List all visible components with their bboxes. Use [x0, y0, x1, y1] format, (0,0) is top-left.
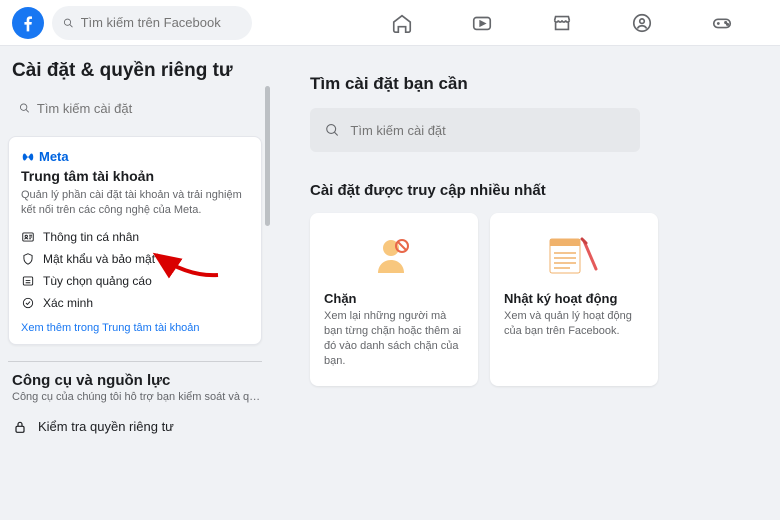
main-search-title: Tìm cài đặt bạn cần: [310, 74, 780, 94]
top-navigation-bar: [0, 0, 780, 46]
main-content: Tìm cài đặt bạn cần Cài đặt được truy cậ…: [272, 46, 780, 520]
id-card-icon: [21, 230, 35, 244]
account-center-item-password-security[interactable]: Mật khẩu và bảo mật: [21, 248, 249, 270]
account-center-title: Trung tâm tài khoản: [21, 168, 249, 184]
account-center-desc: Quản lý phần cài đặt tài khoản và trải n…: [21, 188, 249, 218]
facebook-logo[interactable]: [12, 7, 44, 39]
activity-log-illustration: [504, 227, 644, 283]
search-icon: [324, 121, 340, 139]
groups-icon[interactable]: [630, 11, 654, 35]
global-search[interactable]: [52, 6, 252, 40]
divider: [8, 361, 262, 362]
tools-section-desc: Công cụ của chúng tôi hỗ trợ bạn kiểm so…: [8, 391, 262, 403]
setting-card-desc: Xem và quản lý hoạt động của bạn trên Fa…: [504, 309, 644, 339]
meta-icon: [21, 150, 35, 164]
account-center-item-ad-preferences[interactable]: Tùy chọn quảng cáo: [21, 270, 249, 292]
meta-brand: Meta: [21, 149, 249, 164]
setting-card-title: Nhật ký hoạt động: [504, 291, 644, 306]
scrollbar[interactable]: [265, 86, 270, 226]
block-illustration: [324, 227, 464, 283]
account-center-card: Meta Trung tâm tài khoản Quản lý phần cà…: [8, 136, 262, 345]
account-center-item-personal-info[interactable]: Thông tin cá nhân: [21, 226, 249, 248]
marketplace-icon[interactable]: [550, 11, 574, 35]
check-circle-icon: [21, 296, 35, 310]
global-search-input[interactable]: [81, 15, 242, 30]
account-center-item-verification[interactable]: Xác minh: [21, 292, 249, 314]
sidebar-search[interactable]: [8, 92, 262, 124]
main-layout: Cài đặt & quyền riêng tư Meta Trung tâm …: [0, 46, 780, 520]
setting-card-desc: Xem lại những người mà bạn từng chặn hoặ…: [324, 309, 464, 368]
tools-section-title: Công cụ và nguồn lực: [8, 372, 262, 389]
shield-icon: [21, 252, 35, 266]
setting-card-activity-log[interactable]: Nhật ký hoạt động Xem và quản lý hoạt độ…: [490, 213, 658, 386]
settings-search[interactable]: [310, 108, 640, 152]
settings-cards-row: Chặn Xem lại những người mà bạn từng chặ…: [310, 213, 780, 386]
sidebar-search-input[interactable]: [37, 101, 252, 116]
most-accessed-title: Cài đặt được truy cập nhiều nhất: [310, 182, 780, 199]
settings-search-input[interactable]: [350, 123, 626, 138]
account-center-see-more-link[interactable]: Xem thêm trong Trung tâm tài khoản: [21, 322, 249, 334]
privacy-checkup-item[interactable]: Kiểm tra quyền riêng tư: [8, 413, 262, 441]
lock-icon: [12, 419, 28, 435]
search-icon: [18, 101, 31, 115]
home-icon[interactable]: [390, 11, 414, 35]
settings-sidebar: Cài đặt & quyền riêng tư Meta Trung tâm …: [0, 46, 272, 520]
ad-icon: [21, 274, 35, 288]
top-nav-tabs: [390, 11, 734, 35]
search-icon: [62, 16, 75, 30]
gaming-icon[interactable]: [710, 11, 734, 35]
setting-card-title: Chặn: [324, 291, 464, 306]
watch-icon[interactable]: [470, 11, 494, 35]
sidebar-title: Cài đặt & quyền riêng tư: [8, 60, 262, 82]
setting-card-block[interactable]: Chặn Xem lại những người mà bạn từng chặ…: [310, 213, 478, 386]
